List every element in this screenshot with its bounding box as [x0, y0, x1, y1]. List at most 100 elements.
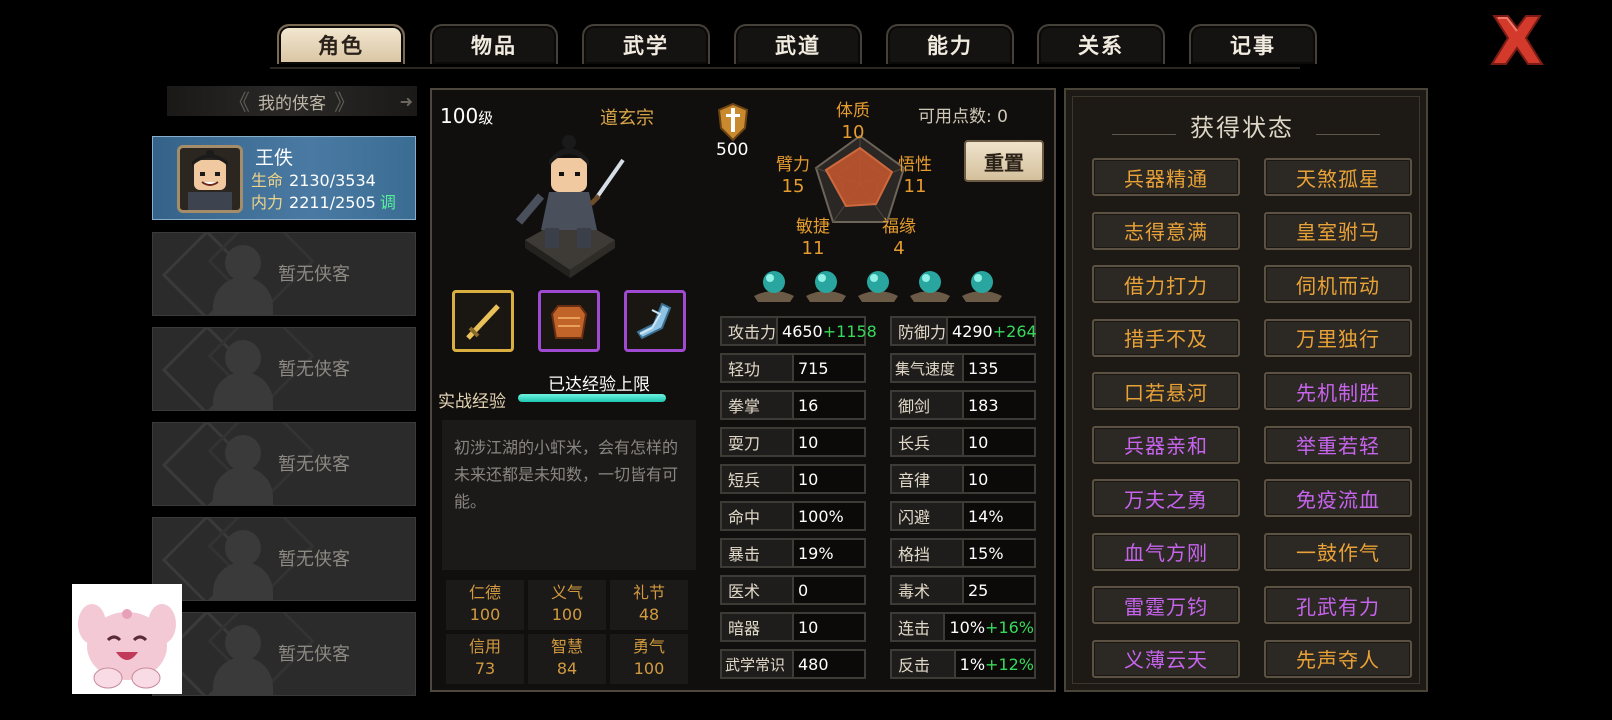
hero-mp: 内力 2211/2505 调: [251, 193, 396, 212]
status-item[interactable]: 伺机而动: [1264, 265, 1412, 303]
empty-slot-label: 暂无侠客: [278, 454, 350, 475]
status-item[interactable]: 皇室驸马: [1264, 211, 1412, 250]
status-item[interactable]: 免疫流血: [1264, 479, 1412, 517]
tab-relations[interactable]: 关系: [1037, 24, 1165, 64]
status-item[interactable]: 先机制胜: [1264, 372, 1412, 410]
stat-medicine: 医术 0: [720, 575, 866, 605]
empty-avatar-icon: [225, 435, 261, 471]
attr-agility: 敏捷 11: [796, 217, 830, 259]
reset-button[interactable]: 重置: [964, 140, 1044, 182]
tab-items[interactable]: 物品: [430, 24, 558, 64]
virtue-cell: 义气 100: [528, 580, 606, 630]
sword-icon: [466, 304, 500, 340]
adjust-link[interactable]: 调: [380, 193, 396, 212]
empty-avatar-icon: [225, 530, 261, 566]
orb-icon: [856, 268, 900, 304]
xp-cap-text: 已达经验上限: [548, 375, 650, 395]
stat-short-weapon: 短兵 10: [720, 464, 866, 494]
stat-sword: 御剑 183: [890, 390, 1036, 420]
sword-badge-icon: [712, 102, 754, 144]
hero-hp: 生命 2130/3534: [251, 171, 376, 190]
status-item[interactable]: 万里独行: [1264, 318, 1412, 357]
stat-combo: 连击 10% +16%: [890, 612, 1036, 642]
virtue-cell: 礼节 48: [610, 580, 688, 630]
equip-slot-boots[interactable]: [624, 290, 686, 352]
character-sect: 道玄宗: [600, 108, 654, 129]
status-item[interactable]: 借力打力: [1092, 265, 1240, 303]
empty-avatar-icon: [225, 245, 261, 281]
status-item[interactable]: 一鼓作气: [1264, 532, 1412, 571]
empty-slot-label: 暂无侠客: [278, 549, 350, 570]
stat-hidden-weapon: 暗器 10: [720, 612, 866, 642]
title-divider: [1112, 134, 1176, 135]
orb-icon: [960, 268, 1004, 304]
chevron-left-icon: 《: [227, 91, 250, 116]
status-item[interactable]: 血气方刚: [1092, 532, 1240, 571]
stat-dodge: 闪避 14%: [890, 501, 1036, 531]
status-item[interactable]: 雷霆万钧: [1092, 586, 1240, 624]
tab-abilities[interactable]: 能力: [886, 24, 1014, 64]
attribute-pentagon: [812, 132, 908, 228]
roster-slot-empty[interactable]: 暂无侠客: [152, 232, 416, 316]
stat-fist: 拳掌 16: [720, 390, 866, 420]
empty-avatar-icon: [225, 625, 261, 661]
hero-name: 王佚: [255, 147, 294, 169]
status-item[interactable]: 措手不及: [1092, 318, 1240, 357]
status-item[interactable]: 先声夺人: [1264, 639, 1412, 678]
roster-slot-empty[interactable]: 暂无侠客: [152, 422, 416, 506]
empty-slot-label: 暂无侠客: [278, 264, 350, 285]
close-icon[interactable]: [1488, 12, 1546, 68]
empty-slot-label: 暂无侠客: [278, 359, 350, 380]
available-points: 可用点数: 0: [918, 107, 1008, 127]
chevron-right-icon: 》: [334, 91, 357, 116]
status-item[interactable]: 万夫之勇: [1092, 479, 1240, 517]
xp-bar: [518, 394, 666, 402]
orb-icon: [908, 268, 952, 304]
virtue-cell: 智慧 84: [528, 634, 606, 684]
character-level: 100级: [440, 104, 494, 128]
roster-slot-empty[interactable]: 暂无侠客: [152, 612, 416, 696]
virtue-cell: 勇气 100: [610, 634, 688, 684]
boots-icon: [636, 302, 672, 340]
status-item[interactable]: 志得意满: [1092, 211, 1240, 250]
tab-martial-way[interactable]: 武道: [734, 24, 862, 64]
character-description: 初涉江湖的小虾米，会有怎样的未来还都是未知数，一切皆有可能。: [442, 420, 696, 570]
attr-arm-strength: 臂力 15: [776, 155, 810, 197]
status-item[interactable]: 举重若轻: [1264, 425, 1412, 464]
stat-attack: 攻击力 4650 +1158: [720, 316, 877, 346]
stat-martial-knowledge: 武学常识 480: [720, 649, 866, 679]
stat-hit: 命中 100%: [720, 501, 866, 531]
armor-icon: [550, 305, 588, 339]
stat-poison: 毒术 25: [890, 575, 1036, 605]
status-item[interactable]: 口若悬河: [1092, 372, 1240, 410]
status-item[interactable]: 兵器精通: [1092, 158, 1240, 196]
tab-character[interactable]: 角色: [277, 24, 405, 64]
roster-slot-hero[interactable]: 王佚 生命 2130/3534 内力 2211/2505 调: [152, 136, 416, 220]
attr-insight: 悟性 11: [898, 155, 932, 197]
equip-slot-weapon[interactable]: [452, 290, 514, 352]
status-item[interactable]: 天煞孤星: [1264, 158, 1412, 196]
stat-blade: 耍刀 10: [720, 427, 866, 457]
virtue-cell: 仁德 100: [446, 580, 524, 630]
empty-avatar-icon: [225, 340, 261, 376]
roster-title: 我的侠客: [258, 93, 326, 114]
xp-label: 实战经验: [438, 392, 506, 412]
virtue-cell: 信用 73: [446, 634, 524, 684]
stat-block: 格挡 15%: [890, 538, 1036, 568]
equip-slot-armor[interactable]: [538, 290, 600, 352]
stat-charge-speed: 集气速度 135: [890, 353, 1036, 383]
status-item[interactable]: 义薄云天: [1092, 639, 1240, 678]
roster-slot-empty[interactable]: 暂无侠客: [152, 517, 416, 601]
status-item[interactable]: 孔武有力: [1264, 586, 1412, 624]
stat-counter: 反击 1% +12%: [890, 649, 1036, 679]
tab-journal[interactable]: 记事: [1189, 24, 1317, 64]
arrow-right-icon[interactable]: ➜: [400, 92, 413, 111]
stat-crit: 暴击 19%: [720, 538, 866, 568]
roster-slot-empty[interactable]: 暂无侠客: [152, 327, 416, 411]
tab-bar-underline: [270, 67, 1300, 69]
tab-martial-arts[interactable]: 武学: [582, 24, 710, 64]
status-item[interactable]: 兵器亲和: [1092, 425, 1240, 464]
empty-slot-label: 暂无侠客: [278, 644, 350, 665]
stat-qinggong: 轻功 715: [720, 353, 866, 383]
roster-header: 《 我的侠客 》 ➜: [167, 86, 417, 116]
